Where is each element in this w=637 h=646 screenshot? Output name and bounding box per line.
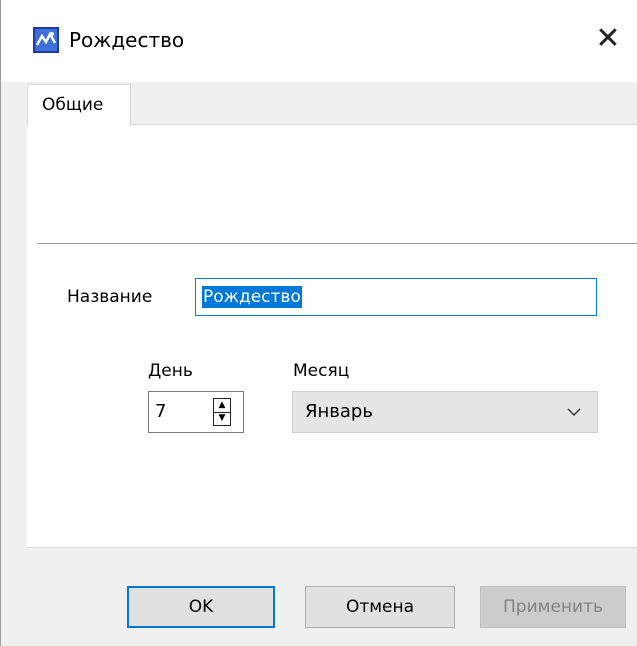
spin-up-icon[interactable]: ▲ [214, 399, 230, 413]
close-icon[interactable]: ✕ [591, 22, 625, 56]
title-bar: Рождество ✕ [1, 0, 637, 82]
ok-button[interactable]: OK [127, 586, 275, 628]
day-spin-buttons: ▲ ▼ [213, 398, 231, 426]
month-select[interactable]: Январь [292, 391, 598, 433]
day-label: День [148, 361, 193, 381]
day-stepper[interactable]: 7 ▲ ▼ [148, 391, 244, 433]
divider [37, 243, 637, 244]
window-title: Рождество [69, 28, 185, 52]
tab-general[interactable]: Общие [27, 84, 131, 126]
spin-down-icon[interactable]: ▼ [214, 412, 230, 425]
chevron-down-icon [567, 408, 581, 417]
app-logo-icon [33, 27, 59, 53]
tab-label: Общие [42, 95, 104, 115]
tab-panel: Название Рождество День 7 ▲ ▼ Месяц Янва… [27, 124, 637, 548]
month-label: Месяц [293, 361, 350, 381]
apply-button[interactable]: Применить [480, 586, 626, 628]
name-input-selected-text: Рождество [202, 286, 302, 308]
name-label: Название [67, 287, 153, 307]
day-value: 7 [155, 401, 167, 422]
month-value: Январь [305, 401, 373, 422]
cancel-button[interactable]: Отмена [305, 586, 455, 628]
dialog-window: Рождество ✕ Общие Название Рождество Ден… [0, 0, 637, 646]
name-input[interactable]: Рождество [195, 278, 597, 316]
